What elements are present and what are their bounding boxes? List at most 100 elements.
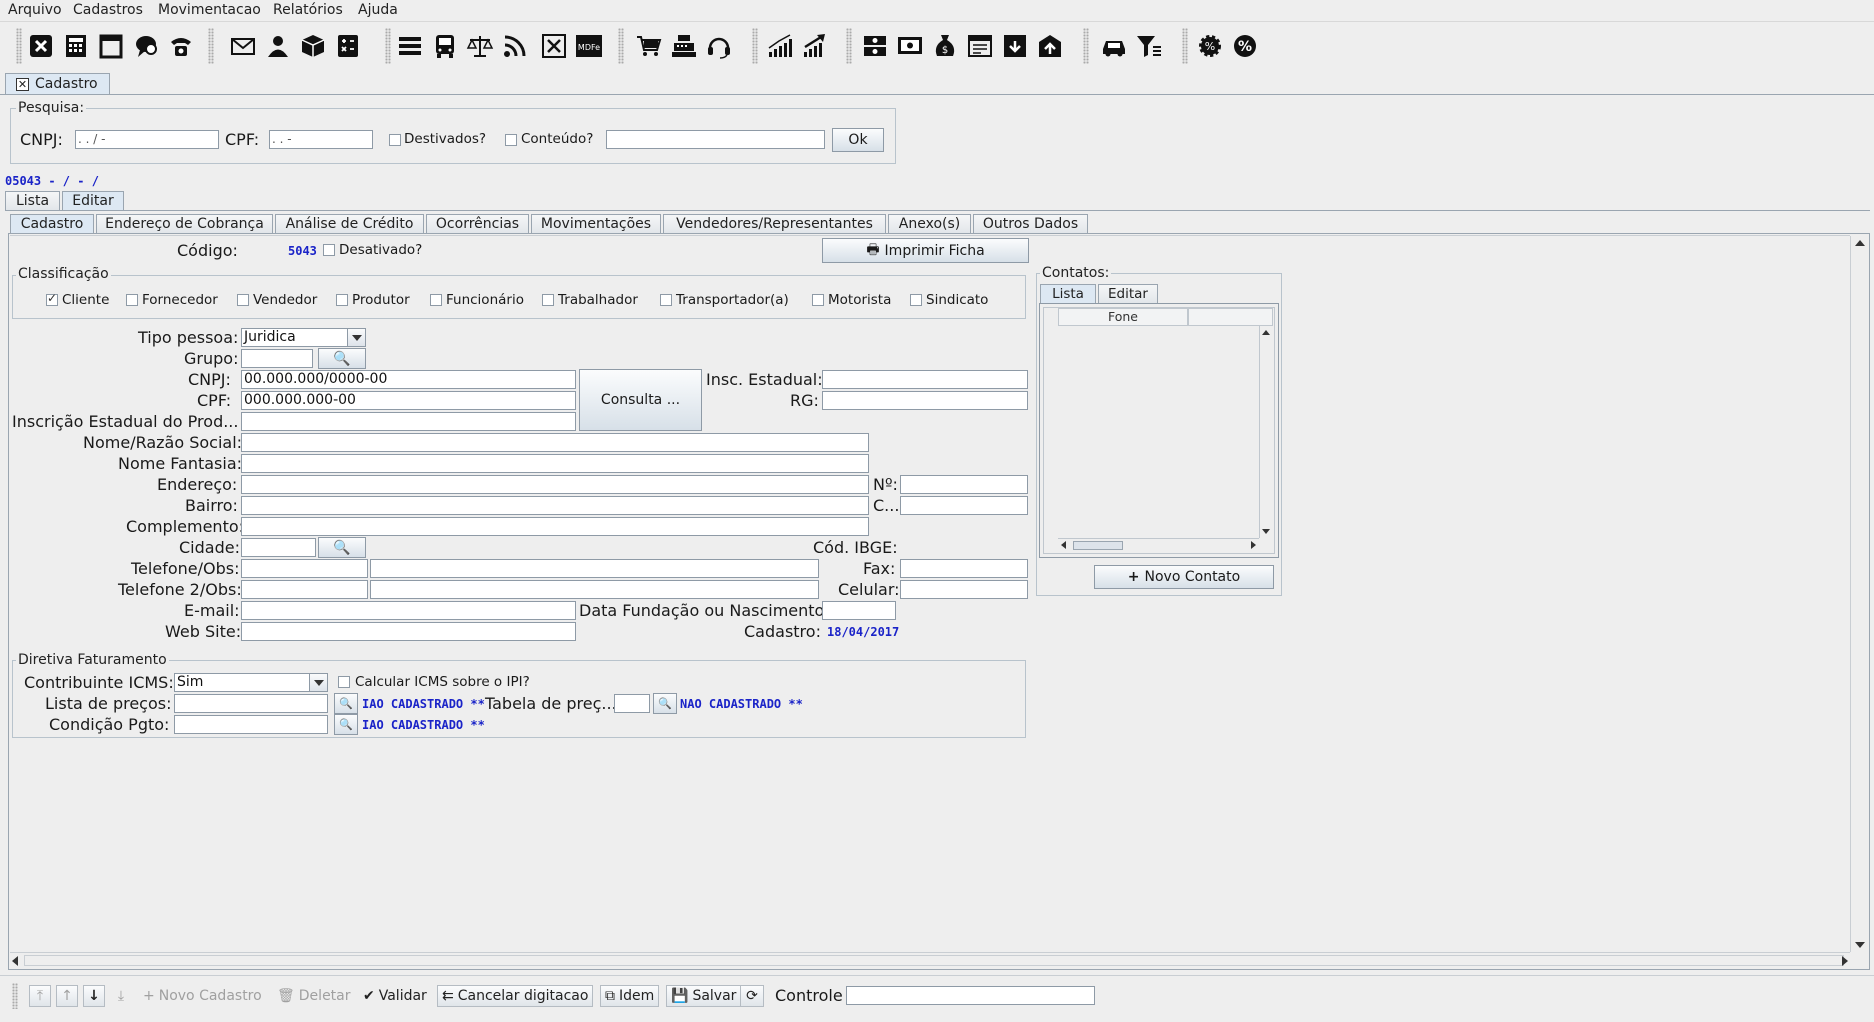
money-2-icon[interactable] xyxy=(893,28,927,64)
menu-arquivo[interactable]: Arquivo xyxy=(8,2,62,18)
classificacao-checkbox[interactable] xyxy=(910,294,922,306)
idem-button[interactable]: ⧉ Idem xyxy=(600,985,660,1007)
toolbar-grip[interactable] xyxy=(752,28,758,64)
contatos-tab-editar[interactable]: Editar xyxy=(1098,284,1158,303)
hscroll-thumb[interactable] xyxy=(1073,541,1123,550)
toolbar-grip[interactable] xyxy=(1083,28,1089,64)
imprimir-ficha-button[interactable]: 🖶 Imprimir Ficha xyxy=(822,238,1029,263)
next-record-icon[interactable]: ↓ xyxy=(83,985,105,1007)
telefone-obs-input[interactable] xyxy=(370,559,819,578)
chevron-down-icon[interactable] xyxy=(309,674,327,691)
novo-cadastro-button[interactable]: + Novo Cadastro xyxy=(138,985,267,1007)
cancelar-digitacao-button[interactable]: ⇇ Cancelar digitacao xyxy=(437,985,594,1007)
first-record-icon[interactable]: ⤒ xyxy=(29,985,51,1007)
box-down-icon[interactable] xyxy=(998,28,1032,64)
scroll-left-icon[interactable] xyxy=(1061,541,1066,549)
refresh-icon[interactable]: ⟳ xyxy=(740,985,764,1007)
menu-ajuda[interactable]: Ajuda xyxy=(358,2,398,18)
condicao-input[interactable] xyxy=(174,715,328,734)
prev-record-icon[interactable]: ↑ xyxy=(56,985,78,1007)
tipo-pessoa-select[interactable]: Juridica xyxy=(241,328,366,347)
cash-register-icon[interactable] xyxy=(667,28,701,64)
website-input[interactable] xyxy=(241,622,576,641)
subtab-cadastro[interactable]: Cadastro xyxy=(10,214,94,233)
telefone-input[interactable] xyxy=(241,559,368,578)
cancel-icon[interactable] xyxy=(537,28,571,64)
person-icon[interactable] xyxy=(261,28,295,64)
calculator-icon[interactable] xyxy=(59,28,93,64)
chart-arrow-icon[interactable] xyxy=(798,28,832,64)
mdfe-icon[interactable]: MDFe xyxy=(572,28,606,64)
insc-estadual-input[interactable] xyxy=(822,370,1028,389)
subtab-anexos[interactable]: Anexo(s) xyxy=(888,214,971,233)
chart-up-icon[interactable] xyxy=(763,28,797,64)
subtab-outros-dados[interactable]: Outros Dados xyxy=(973,214,1088,233)
cnpj-input[interactable]: 00.000.000/0000-00 xyxy=(241,370,576,389)
toolbar-grip[interactable] xyxy=(16,28,22,64)
percent-icon[interactable]: % xyxy=(1228,28,1262,64)
email-input[interactable] xyxy=(241,601,576,620)
close-icon[interactable] xyxy=(24,28,58,64)
notepad-icon[interactable] xyxy=(94,28,128,64)
destivados-checkbox[interactable] xyxy=(389,134,401,146)
complemento-input[interactable] xyxy=(241,517,869,536)
chat-icon[interactable] xyxy=(129,28,163,64)
bairro-input[interactable] xyxy=(241,496,869,515)
classificacao-checkbox[interactable] xyxy=(237,294,249,306)
hscroll-track[interactable] xyxy=(24,955,1844,966)
endereco-input[interactable] xyxy=(241,475,869,494)
consulta-button[interactable]: Consulta ... xyxy=(579,369,702,431)
contatos-col-fone[interactable]: Fone xyxy=(1058,308,1188,326)
scroll-down-icon[interactable] xyxy=(1855,942,1865,948)
feed-icon[interactable] xyxy=(498,28,532,64)
numero-input[interactable] xyxy=(900,475,1028,494)
telefone2-obs-input[interactable] xyxy=(370,580,819,599)
telefone2-input[interactable] xyxy=(241,580,368,599)
toolbar-grip[interactable] xyxy=(618,28,624,64)
nome-input[interactable] xyxy=(241,433,869,452)
headset-icon[interactable] xyxy=(702,28,736,64)
scroll-right-icon[interactable] xyxy=(1251,541,1256,549)
rg-input[interactable] xyxy=(822,391,1028,410)
money-bag-icon[interactable]: $ xyxy=(928,28,962,64)
fantasia-input[interactable] xyxy=(241,454,869,473)
subtab-movimentacoes[interactable]: Movimentações xyxy=(531,214,661,233)
tabela-precos-input[interactable] xyxy=(614,694,650,713)
scroll-right-icon[interactable] xyxy=(1842,956,1848,966)
grupo-input[interactable] xyxy=(241,349,313,368)
classificacao-checkbox[interactable] xyxy=(660,294,672,306)
toolbar-grip[interactable] xyxy=(12,983,18,1009)
gear-icon[interactable]: % xyxy=(1193,28,1227,64)
money-icon[interactable] xyxy=(858,28,892,64)
scale-icon[interactable] xyxy=(463,28,497,64)
insc-produtor-input[interactable] xyxy=(241,412,576,431)
fax-input[interactable] xyxy=(900,559,1028,578)
content-hscrollbar[interactable] xyxy=(10,952,1850,968)
calcular-icms-checkbox[interactable] xyxy=(338,676,350,688)
chevron-down-icon[interactable] xyxy=(347,329,365,346)
contatos-tab-lista[interactable]: Lista xyxy=(1040,284,1096,303)
conteudo-checkbox[interactable] xyxy=(505,134,517,146)
validar-button[interactable]: ✔ Validar xyxy=(358,985,432,1007)
tab-editar[interactable]: Editar xyxy=(62,191,124,210)
mail-icon[interactable] xyxy=(226,28,260,64)
close-tab-icon[interactable]: ✕ xyxy=(16,77,29,91)
tabela-precos-lookup[interactable]: 🔍 xyxy=(653,693,677,714)
cpf-input[interactable]: 000.000.000-00 xyxy=(241,391,576,410)
menu-movimentacao[interactable]: Movimentacao xyxy=(158,2,261,18)
cep-input[interactable] xyxy=(900,496,1028,515)
lista-precos-lookup[interactable]: 🔍 xyxy=(334,693,358,714)
tab-lista[interactable]: Lista xyxy=(5,191,60,210)
condicao-lookup[interactable]: 🔍 xyxy=(334,714,358,735)
fundacao-input[interactable] xyxy=(822,601,896,620)
celular-input[interactable] xyxy=(900,580,1028,599)
contatos-col-extra[interactable] xyxy=(1188,308,1273,326)
last-record-icon[interactable]: ⤓ xyxy=(110,985,132,1007)
content-vscrollbar[interactable] xyxy=(1850,236,1868,952)
ok-button[interactable]: Ok xyxy=(832,128,884,152)
cidade-lookup-button[interactable]: 🔍 xyxy=(318,537,366,558)
subtab-vendedores[interactable]: Vendedores/Representantes xyxy=(663,214,886,233)
contatos-vscroll[interactable] xyxy=(1259,326,1273,538)
box-up-icon[interactable] xyxy=(1033,28,1067,64)
novo-contato-button[interactable]: + Novo Contato xyxy=(1094,565,1274,589)
